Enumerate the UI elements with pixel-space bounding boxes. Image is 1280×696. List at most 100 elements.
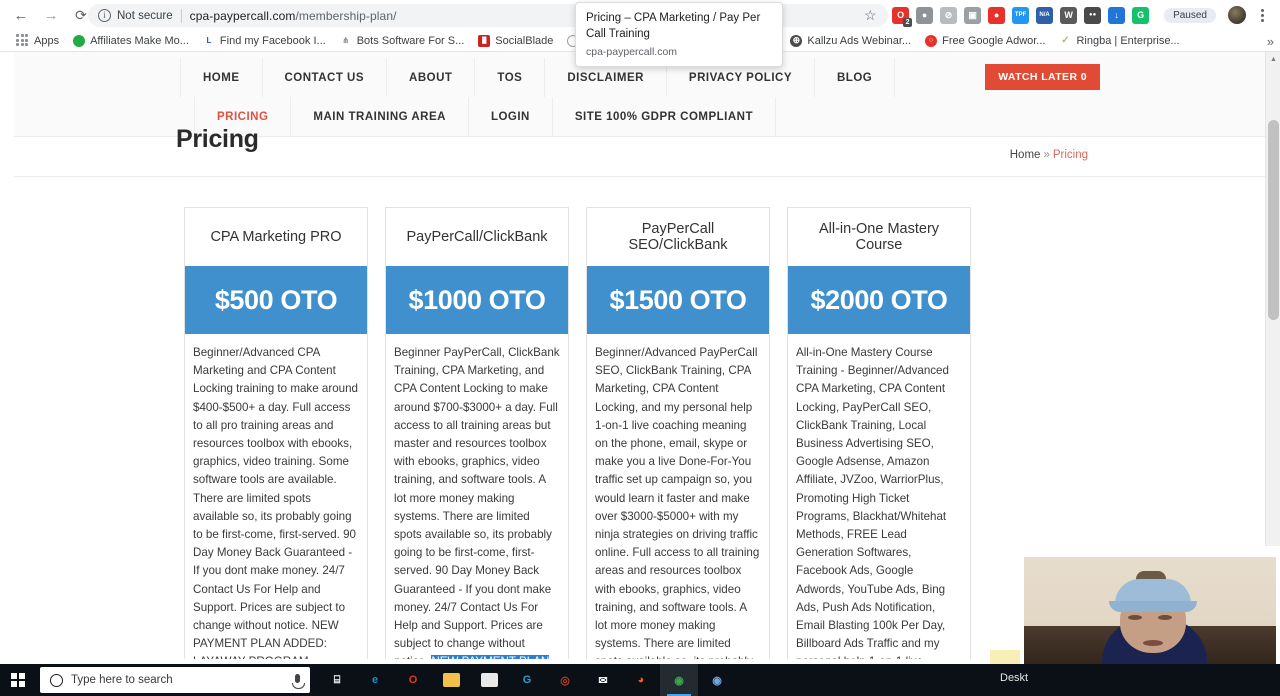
microsoft-edge-icon[interactable]: e bbox=[356, 664, 394, 696]
bookmark-item[interactable]: L Find my Facebook I... bbox=[196, 31, 333, 51]
tpf-extension[interactable]: TPF bbox=[1012, 6, 1030, 24]
firefox-icon[interactable]: ◕ bbox=[622, 664, 660, 696]
desktop-label: Deskt bbox=[1000, 672, 1029, 684]
page-title: Pricing bbox=[176, 125, 259, 153]
file-explorer-icon[interactable] bbox=[432, 664, 470, 696]
pricing-card-description-text: All-in-One Mastery Course Training - Beg… bbox=[796, 346, 949, 659]
screenshot-extension[interactable]: ▣ bbox=[964, 6, 982, 24]
back-arrow-icon[interactable]: ← bbox=[8, 2, 34, 28]
pricing-card-title: All-in-One Mastery Course bbox=[818, 221, 940, 253]
taskbar-search-input[interactable]: Type here to search bbox=[40, 667, 310, 693]
tooltip-title: Pricing – CPA Marketing / Pay Per Call T… bbox=[586, 12, 761, 40]
breadcrumb: Home» Pricing bbox=[1010, 149, 1088, 161]
camtasia-icon-glyph: ◉ bbox=[712, 674, 722, 687]
wordpress-extension[interactable]: W bbox=[1060, 6, 1078, 24]
site-nav-item-home[interactable]: HOME bbox=[180, 58, 263, 97]
tag-extension[interactable]: ⊘ bbox=[940, 6, 958, 24]
pricing-card-title: PayPerCall/ClickBank bbox=[406, 229, 548, 245]
pricing-card-description: Beginner/Advanced PayPerCall SEO, ClickB… bbox=[587, 334, 769, 659]
pricing-card-title: PayPerCall SEO/ClickBank bbox=[628, 221, 728, 253]
webcam-person-eye-right bbox=[1158, 615, 1172, 620]
info-circle-icon[interactable]: i bbox=[98, 9, 111, 22]
google-chrome-icon[interactable]: ◉ bbox=[660, 664, 698, 696]
letter-l-favicon: L bbox=[206, 36, 212, 45]
google-chrome-icon-glyph: ◉ bbox=[674, 674, 684, 687]
breadcrumb-separator: » bbox=[1043, 149, 1050, 161]
bookmark-star-icon[interactable]: ☆ bbox=[864, 7, 877, 24]
site-nav-item-contact-us[interactable]: CONTACT US bbox=[263, 58, 388, 97]
bookmark-item[interactable]: █ SocialBlade bbox=[471, 31, 560, 51]
site-nav-item-main-training-area[interactable]: MAIN TRAINING AREA bbox=[291, 97, 469, 136]
grammarly-extension[interactable]: G bbox=[1132, 6, 1150, 24]
microsoft-store-icon[interactable] bbox=[470, 664, 508, 696]
site-nav-item-login[interactable]: LOGIN bbox=[469, 97, 553, 136]
windows-start-icon[interactable] bbox=[0, 664, 36, 696]
pricing-card: PayPerCall/ClickBank $1000 OTO Beginner Pa… bbox=[385, 207, 569, 659]
task-view-icon[interactable]: ⌸ bbox=[318, 664, 356, 696]
microsoft-edge-icon-glyph: e bbox=[371, 674, 379, 686]
taskbar-app-icons: ⌸ e O G ◎ ✉ ◕ ◉ ◉ bbox=[318, 664, 736, 696]
pricing-card-price: $2000 OTO bbox=[788, 266, 970, 334]
bookmark-label: Kallzu Ads Webinar... bbox=[807, 34, 912, 47]
browser-chrome: ← → ⟳ i Not secure cpa-paypercall.com/me… bbox=[0, 0, 1280, 67]
download-extension[interactable]: ↓ bbox=[1108, 6, 1126, 24]
pricing-card-description: Beginner/Advanced CPA Marketing and CPA … bbox=[185, 334, 367, 659]
red-record-favicon: ○ bbox=[925, 34, 938, 47]
watch-later-button[interactable]: WATCH LATER 0 bbox=[985, 64, 1100, 90]
red-app-icon[interactable]: ◎ bbox=[546, 664, 584, 696]
three-dot-menu-icon[interactable] bbox=[1252, 3, 1272, 27]
pricing-card: CPA Marketing PRO $500 OTO Beginner/Advanc… bbox=[184, 207, 368, 659]
opera-icon[interactable]: O bbox=[394, 664, 432, 696]
cortana-circle-icon bbox=[50, 673, 63, 687]
grey-globe-extension[interactable]: ● bbox=[916, 6, 934, 24]
bookmark-label: Apps bbox=[34, 34, 60, 47]
bookmark-item[interactable]: ✓ Ringba | Enterprise... bbox=[1052, 31, 1186, 51]
microphone-icon[interactable] bbox=[292, 674, 305, 689]
profile-paused-chip[interactable]: Paused bbox=[1164, 7, 1216, 23]
breadcrumb-home[interactable]: Home bbox=[1010, 149, 1041, 161]
mail-icon-glyph: ✉ bbox=[598, 674, 608, 687]
na-extension[interactable]: N/A bbox=[1036, 6, 1054, 24]
bookmark-item[interactable]: ⊕ Kallzu Ads Webinar... bbox=[783, 31, 918, 51]
pricing-card-description-text: Beginner/Advanced CPA Marketing and CPA … bbox=[193, 346, 358, 659]
apps-grid-icon bbox=[16, 34, 29, 47]
network-favicon: ⋔ bbox=[342, 36, 350, 45]
bookmark-label: Bots Software For S... bbox=[356, 34, 465, 47]
page-title-bar: Pricing Home» Pricing bbox=[14, 125, 1266, 177]
bookmark-item[interactable]: Apps bbox=[0, 31, 66, 51]
scroll-up-arrow[interactable]: ▲ bbox=[1266, 52, 1280, 67]
pricing-card-description: All-in-One Mastery Course Training - Beg… bbox=[788, 334, 970, 659]
scrollbar-thumb[interactable] bbox=[1268, 120, 1279, 320]
bookmark-label: Find my Facebook I... bbox=[219, 34, 326, 47]
forward-arrow-icon[interactable]: → bbox=[38, 2, 64, 28]
task-view-icon-glyph: ⌸ bbox=[333, 673, 341, 686]
bookmark-label: Free Google Adwor... bbox=[942, 34, 1046, 47]
bookmark-item[interactable]: Affiliates Make Mo... bbox=[66, 31, 196, 51]
mail-icon[interactable]: ✉ bbox=[584, 664, 622, 696]
site-nav-item-about[interactable]: ABOUT bbox=[387, 58, 476, 97]
checkmark-favicon: ✓ bbox=[1061, 35, 1070, 46]
bookmark-item[interactable]: ○ Free Google Adwor... bbox=[918, 31, 1052, 51]
pricing-card-description-text: Beginner/Advanced PayPerCall SEO, ClickB… bbox=[595, 346, 760, 659]
pricing-card-description: Beginner PayPerCall, ClickBank Training,… bbox=[386, 334, 568, 659]
socialblade-favicon: █ bbox=[478, 34, 491, 47]
site-nav-item-blog[interactable]: BLOG bbox=[815, 58, 896, 97]
teams-icon[interactable]: G bbox=[508, 664, 546, 696]
opera-gx-extension[interactable]: O2 bbox=[892, 6, 913, 27]
page-content: HOME CONTACT US ABOUT TOS DISCLAIMER PRIVACY … bbox=[14, 52, 1266, 659]
site-nav-item-site-100-gdpr-compliant[interactable]: SITE 100% GDPR COMPLIANT bbox=[553, 97, 776, 136]
camtasia-icon[interactable]: ◉ bbox=[698, 664, 736, 696]
pricing-card-price: $500 OTO bbox=[185, 266, 367, 334]
chevron-double-right-icon[interactable]: » bbox=[1267, 34, 1274, 49]
extensions-row: O 2 ● ⊘ ▣ ● TPF N/A W ●● ↓ G Paused bbox=[892, 3, 1246, 27]
firefox-icon-glyph: ◕ bbox=[637, 674, 645, 686]
bookmark-label: Affiliates Make Mo... bbox=[90, 34, 189, 47]
webcam-person-mouth bbox=[1143, 640, 1163, 646]
bookmark-item[interactable]: ⋔ Bots Software For S... bbox=[333, 31, 472, 51]
url-path: /membership-plan/ bbox=[295, 8, 397, 23]
site-nav-item-tos[interactable]: TOS bbox=[475, 58, 546, 97]
red-circle-extension[interactable]: ● bbox=[988, 6, 1006, 24]
mask-extension[interactable]: ●● bbox=[1084, 6, 1102, 24]
profile-avatar[interactable] bbox=[1228, 6, 1246, 24]
pricing-card-price: $1000 OTO bbox=[386, 266, 568, 334]
